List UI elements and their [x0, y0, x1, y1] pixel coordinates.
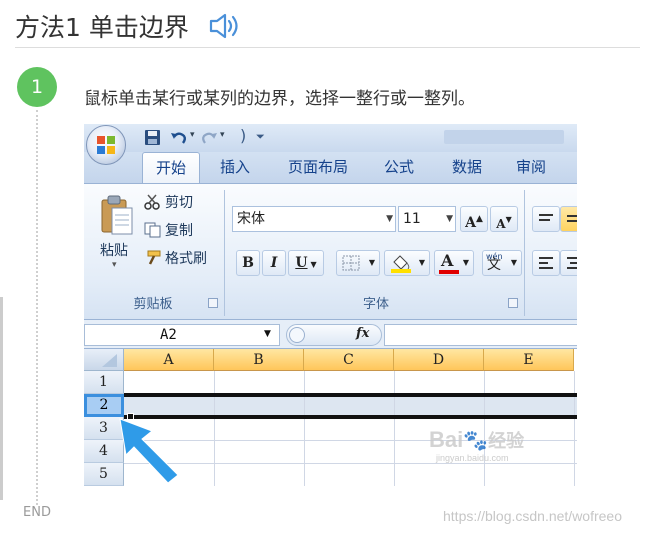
font-name-dropdown-icon[interactable]: ▼ — [386, 207, 393, 231]
document-title — [444, 130, 564, 144]
selection-border-top — [124, 393, 577, 397]
copy-label: 复制 — [165, 223, 193, 239]
quick-access-toolbar: ▾ ▾ ) ⏷ — [130, 126, 320, 148]
column-header-d[interactable]: D — [394, 349, 484, 371]
baidu-watermark-url: jingyan.baidu.com — [436, 453, 509, 463]
name-box[interactable]: A2 — [84, 324, 280, 346]
speaker-icon[interactable] — [208, 12, 244, 40]
format-painter-icon — [147, 250, 161, 265]
paste-icon[interactable] — [98, 194, 134, 236]
grid-line — [214, 371, 215, 486]
select-all-icon — [102, 354, 117, 367]
tab-home[interactable]: 开始 — [142, 152, 200, 183]
italic-button[interactable]: I — [262, 250, 286, 276]
step-guide-line — [36, 110, 38, 505]
align-center-icon — [567, 257, 577, 269]
grid-line — [124, 463, 577, 464]
row-header-1[interactable]: 1 — [84, 371, 124, 394]
align-left-button[interactable] — [532, 250, 560, 276]
undo-icon[interactable] — [170, 129, 188, 146]
tab-insert[interactable]: 插入 — [210, 152, 260, 183]
office-button[interactable] — [86, 125, 126, 165]
font-color-swatch — [439, 270, 459, 274]
formula-bar: A2 ▼ fx — [84, 319, 577, 349]
scissors-icon — [144, 194, 160, 210]
name-box-dropdown-icon[interactable]: ▼ — [264, 329, 271, 339]
font-size-field[interactable]: 11 ▼ — [398, 206, 456, 232]
group-separator — [224, 190, 225, 316]
tab-page-layout[interactable]: 页面布局 — [280, 152, 356, 183]
step-number-badge: 1 — [17, 67, 57, 107]
grid-line — [394, 371, 395, 486]
save-icon[interactable] — [144, 129, 162, 146]
expand-icon[interactable] — [289, 327, 305, 343]
copy-button[interactable]: 复制 — [144, 220, 193, 242]
format-painter-button[interactable]: 格式刷 — [144, 248, 207, 270]
align-middle-button[interactable] — [560, 206, 577, 232]
tab-formulas[interactable]: 公式 — [374, 152, 424, 183]
grid-line — [574, 371, 575, 486]
excel-title-bar: ▾ ▾ ) ⏷ — [84, 124, 577, 152]
column-header-b[interactable]: B — [214, 349, 304, 371]
insert-function-button[interactable]: fx — [356, 326, 369, 341]
worksheet-grid: A B C D E 1 2 3 4 5 Bai🐾经验 jingyan.baidu… — [84, 349, 577, 486]
cut-button[interactable]: 剪切 — [144, 192, 193, 214]
group-separator — [524, 190, 525, 316]
ribbon-home: 粘贴 ▾ 剪切 复制 格式刷 剪贴板 宋体 ▼ 11 ▼ A▲ A▼ B I U… — [84, 183, 577, 319]
phonetic-guide-button[interactable]: wén 文 ▼ — [482, 250, 522, 276]
copy-icon — [144, 222, 161, 238]
selection-border-bottom — [124, 415, 577, 419]
ribbon-tabs: 开始 插入 页面布局 公式 数据 审阅 — [84, 152, 577, 183]
align-top-button[interactable] — [532, 206, 560, 232]
font-color-button[interactable]: A ▼ — [434, 250, 474, 276]
paste-dropdown-icon[interactable]: ▾ — [112, 260, 117, 270]
align-lines-icon — [567, 215, 577, 222]
align-center-button[interactable] — [560, 250, 577, 276]
paste-button[interactable]: 粘贴 — [100, 240, 128, 260]
title-divider — [15, 47, 640, 48]
align-lines-icon — [539, 214, 553, 221]
end-label: END — [23, 505, 51, 520]
underline-button[interactable]: U ▼ — [288, 250, 324, 276]
formula-input[interactable] — [384, 324, 577, 346]
excel-screenshot: ▾ ▾ ) ⏷ 开始 插入 页面布局 公式 数据 审阅 粘贴 ▾ 剪切 复制 格… — [84, 124, 577, 486]
pointer-arrow-icon — [119, 418, 179, 484]
grid-line — [304, 371, 305, 486]
bold-button[interactable]: B — [236, 250, 260, 276]
column-header-c[interactable]: C — [304, 349, 394, 371]
watermark-url: https://blog.csdn.net/wofreeo — [443, 508, 622, 524]
column-header-e[interactable]: E — [484, 349, 574, 371]
office-logo-icon — [97, 136, 115, 154]
font-name-value: 宋体 — [237, 211, 265, 227]
font-size-dropdown-icon[interactable]: ▼ — [446, 207, 453, 231]
tab-review[interactable]: 审阅 — [506, 152, 556, 183]
column-header-a[interactable]: A — [124, 349, 214, 371]
cut-label: 剪切 — [165, 195, 193, 211]
fill-color-button[interactable]: ▼ — [384, 250, 430, 276]
select-all-corner[interactable] — [84, 349, 124, 371]
step-description: 鼠标单击某行或某列的边界，选择一整行或一整列。 — [84, 89, 475, 109]
font-launcher-icon[interactable] — [508, 298, 518, 308]
font-group-label: 字体 — [362, 297, 389, 312]
font-name-field[interactable]: 宋体 ▼ — [232, 206, 396, 232]
row-header-2[interactable]: 2 — [84, 394, 124, 417]
grow-font-button[interactable]: A▲ — [460, 206, 488, 232]
formula-tools: fx — [286, 324, 382, 346]
borders-button[interactable]: ▼ — [336, 250, 380, 276]
baidu-watermark: Bai🐾经验 — [429, 427, 525, 452]
clipboard-launcher-icon[interactable] — [208, 298, 218, 308]
clipboard-group-label: 剪贴板 — [133, 297, 173, 312]
redo-icon[interactable] — [200, 129, 218, 146]
tab-data[interactable]: 数据 — [442, 152, 492, 183]
format-painter-label: 格式刷 — [165, 251, 207, 267]
left-edge-bar — [0, 297, 3, 500]
shrink-font-button[interactable]: A▼ — [490, 206, 518, 232]
selected-row-highlight — [124, 394, 577, 417]
borders-icon — [342, 255, 360, 271]
page-title: 方法1 单击边界 — [15, 13, 189, 42]
font-size-value: 11 — [403, 211, 421, 227]
align-left-icon — [539, 257, 553, 269]
fill-bucket-icon — [391, 255, 411, 273]
